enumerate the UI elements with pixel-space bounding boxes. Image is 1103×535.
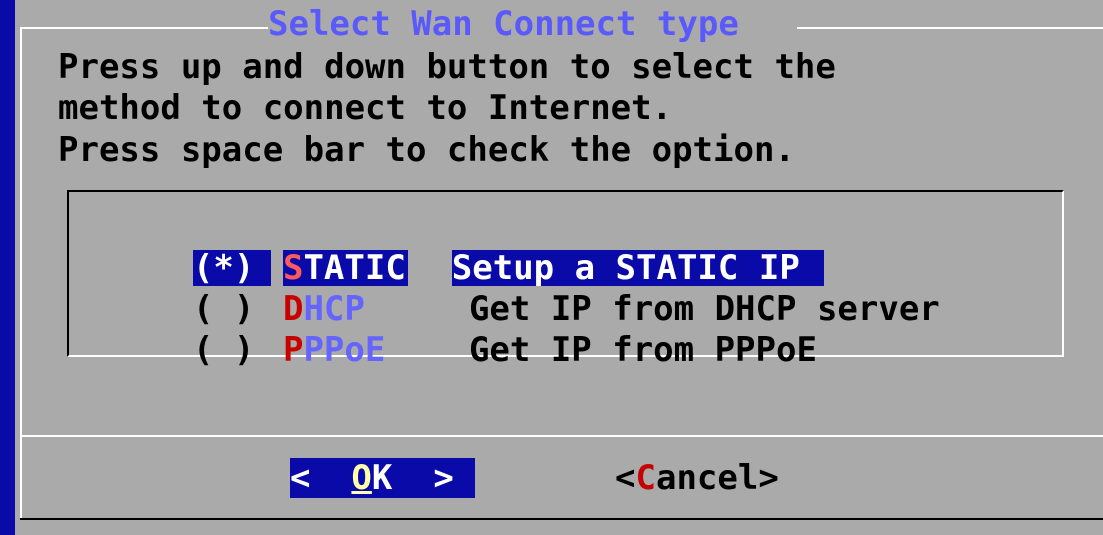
dialog-title: Select Wan Connect type [268,4,739,44]
cancel-button-hotkey: C [635,458,656,498]
cancel-button-right: > [758,458,779,498]
frame-top-right-line [797,27,1103,29]
instruction-line-3: Press space bar to check the option. [58,130,795,170]
option-dhcp[interactable]: ( ) DHCP Get IP from DHCP server [152,255,940,327]
option-tag: PPPoE [283,332,469,368]
cancel-button-rest: ancel [655,458,759,498]
ok-button[interactable]: < OK > [290,458,475,498]
frame-bottom-line [20,518,1103,520]
ok-button-left: < [290,458,352,498]
option-pppoe[interactable]: ( ) PPPoE Get IP from PPPoE [152,296,817,368]
option-description: Get IP from PPPoE [468,330,817,370]
ok-button-right: > [392,458,454,498]
frame-left-line [20,27,22,520]
instruction-line-2: method to connect to Internet. [58,88,673,128]
frame-top-left-line [20,27,268,29]
button-area-separator [20,435,1103,437]
cancel-button[interactable]: <Cancel> [615,458,779,498]
ok-button-rest: K [371,458,393,498]
cancel-button-left: < [615,458,636,498]
option-static[interactable]: (*) STATIC Setup a STATIC IP [152,214,824,286]
ok-button-hotkey: O [351,458,372,498]
option-hotkey: P [282,330,304,370]
radio-mark[interactable]: ( ) [193,332,271,368]
instruction-line-1: Press up and down button to select the [58,47,836,87]
option-tag-rest: PPoE [303,330,386,370]
